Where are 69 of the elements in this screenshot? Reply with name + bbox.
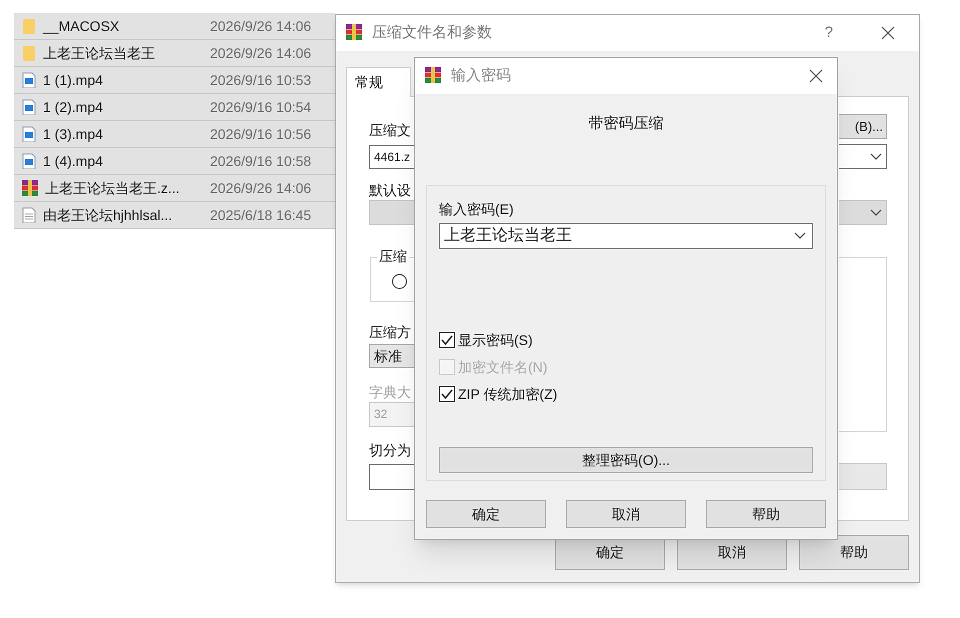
field-label: 输入密码(E) (439, 200, 515, 218)
file-row[interactable]: 1 (3).mp4 2026/9/16 10:56 (14, 121, 335, 148)
close-button[interactable] (881, 26, 895, 40)
file-row[interactable]: __MACOSX 2026/9/26 14:06 (14, 13, 335, 40)
close-icon (881, 26, 895, 40)
file-row[interactable]: 由老王论坛hjhhlsal... 2025/6/18 16:45 (14, 202, 335, 229)
dialog-button[interactable]: 帮助 (799, 535, 909, 570)
dialog-heading: 带密码压缩 (588, 114, 664, 133)
field-label: 压缩方 (369, 324, 412, 341)
video-file-icon (22, 72, 36, 88)
manage-passwords-button[interactable]: 整理密码(O)... (439, 447, 813, 473)
file-row[interactable]: 1 (2).mp4 2026/9/16 10:54 (14, 94, 335, 121)
field-label: 切分为 (369, 442, 412, 459)
close-icon (809, 69, 823, 83)
field-label: 字典大 (369, 384, 412, 401)
close-button[interactable] (809, 69, 823, 83)
checkbox-label: ZIP 传统加密(Z) (458, 384, 558, 404)
file-row[interactable]: 1 (1).mp4 2026/9/16 10:53 (14, 67, 335, 94)
text-file-icon (22, 207, 36, 223)
checkbox-label: 显示密码(S) (458, 330, 533, 350)
file-date: 2026/9/16 10:53 (210, 70, 312, 90)
file-date: 2026/9/26 14:06 (210, 16, 312, 36)
checkbox[interactable] (439, 332, 455, 348)
file-name: 1 (3).mp4 (43, 124, 103, 144)
file-row[interactable]: 上老王论坛当老王 2026/9/26 14:06 (14, 40, 335, 67)
window-title: 压缩文件名和参数 (372, 22, 493, 43)
input-field[interactable] (369, 464, 415, 490)
chevron-down-icon (870, 152, 882, 160)
dialog-button[interactable]: 取消 (566, 500, 686, 528)
browse-button[interactable]: (B)... (839, 114, 887, 139)
file-date: 2026/9/16 10:56 (210, 124, 312, 144)
file-date: 2026/9/26 14:06 (210, 44, 312, 62)
file-name: 上老王论坛当老王.z... (45, 178, 180, 198)
folder-icon (22, 18, 36, 34)
file-name: 上老王论坛当老王 (43, 44, 155, 62)
folder-icon (22, 45, 36, 61)
video-file-icon (22, 126, 36, 142)
file-date: 2026/9/16 10:58 (210, 152, 312, 170)
video-file-icon (22, 99, 36, 115)
field-label: 压缩文 (369, 122, 412, 139)
password-value: 上老王论坛当老王 (444, 226, 572, 246)
file-name: 1 (2).mp4 (43, 98, 103, 117)
check-icon (441, 335, 453, 345)
file-date: 2026/9/16 10:54 (210, 98, 312, 116)
file-date: 2026/9/26 14:06 (210, 178, 312, 198)
file-row[interactable]: 1 (4).mp4 2026/9/16 10:58 (14, 148, 335, 175)
file-name: 1 (1).mp4 (43, 70, 103, 90)
help-button[interactable]: ? (824, 22, 833, 44)
group-label: 压缩 (377, 248, 409, 265)
file-name: 1 (4).mp4 (43, 152, 103, 171)
dialog-button[interactable]: 帮助 (706, 500, 826, 528)
password-combo[interactable]: 上老王论坛当老王 (439, 223, 813, 249)
dropdown[interactable]: 标准 (369, 344, 415, 368)
chevron-down-icon (794, 232, 806, 240)
chevron-down-icon (870, 208, 882, 216)
file-date: 2025/6/18 16:45 (210, 206, 312, 224)
dialog-button[interactable]: 确定 (426, 500, 546, 528)
file-name: 由老王论坛hjhhlsal... (43, 206, 172, 225)
checkbox-label: 加密文件名(N) (458, 358, 548, 377)
video-file-icon (22, 153, 36, 169)
field-label: 默认设 (369, 182, 412, 199)
dropdown[interactable] (839, 144, 887, 169)
file-name: __MACOSX (43, 16, 120, 36)
checkbox[interactable] (439, 386, 455, 402)
radio-button[interactable] (392, 274, 407, 289)
window-title: 输入密码 (451, 66, 512, 86)
file-row[interactable]: 上老王论坛当老王.z... 2026/9/26 14:06 (14, 175, 335, 202)
check-icon (441, 389, 453, 399)
tab[interactable]: 常规 (346, 67, 411, 97)
